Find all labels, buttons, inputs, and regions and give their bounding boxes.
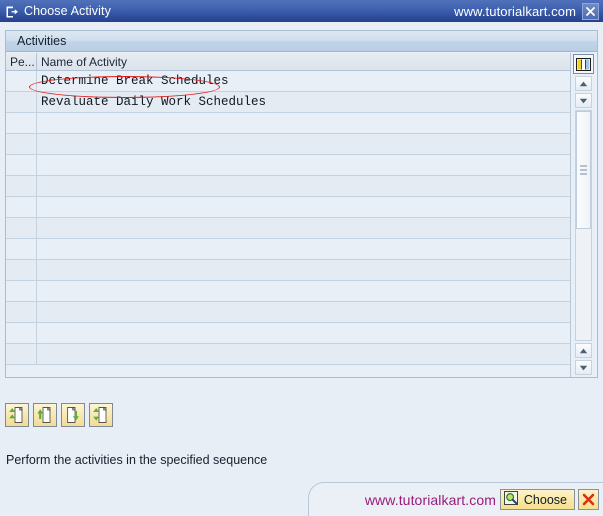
cell-activity[interactable] bbox=[37, 260, 570, 280]
cell-period[interactable] bbox=[6, 323, 37, 343]
cell-period[interactable] bbox=[6, 176, 37, 196]
panel-header: Activities bbox=[6, 31, 597, 52]
cell-activity[interactable] bbox=[37, 155, 570, 175]
cell-activity[interactable] bbox=[37, 344, 570, 364]
cancel-button[interactable] bbox=[578, 489, 599, 510]
cell-period[interactable] bbox=[6, 281, 37, 301]
table-row[interactable] bbox=[6, 113, 570, 134]
close-icon[interactable] bbox=[582, 2, 599, 20]
grid-main[interactable]: Pe... Name of Activity Determine Break S… bbox=[6, 53, 571, 377]
cell-activity[interactable] bbox=[37, 134, 570, 154]
cell-activity[interactable]: Revaluate Daily Work Schedules bbox=[37, 92, 570, 112]
cell-activity[interactable] bbox=[37, 239, 570, 259]
footer-watermark: www.tutorialkart.com bbox=[364, 492, 496, 508]
choose-button-label: Choose bbox=[523, 492, 567, 507]
activity-toolbar bbox=[5, 403, 113, 427]
vertical-scrollbar-track[interactable] bbox=[575, 110, 592, 341]
cell-activity[interactable] bbox=[37, 113, 570, 133]
column-header-activity[interactable]: Name of Activity bbox=[37, 53, 570, 70]
cell-activity[interactable] bbox=[37, 218, 570, 238]
table-row[interactable] bbox=[6, 197, 570, 218]
cell-period[interactable] bbox=[6, 218, 37, 238]
column-settings-icon[interactable] bbox=[573, 54, 594, 74]
column-header-period[interactable]: Pe... bbox=[6, 53, 37, 70]
magnifier-select-icon bbox=[503, 490, 519, 509]
first-activity-button[interactable] bbox=[5, 403, 29, 427]
last-activity-button[interactable] bbox=[89, 403, 113, 427]
vertical-scrollbar-thumb[interactable] bbox=[576, 111, 591, 229]
table-row[interactable] bbox=[6, 218, 570, 239]
cell-period[interactable] bbox=[6, 260, 37, 280]
cell-period[interactable] bbox=[6, 134, 37, 154]
table-row[interactable] bbox=[6, 176, 570, 197]
choose-button[interactable]: Choose bbox=[499, 489, 575, 510]
scroll-up-arrow-bottom-icon[interactable] bbox=[575, 343, 592, 358]
cell-activity[interactable] bbox=[37, 323, 570, 343]
table-row[interactable] bbox=[6, 239, 570, 260]
cell-period[interactable] bbox=[6, 113, 37, 133]
window-title: Choose Activity bbox=[24, 4, 111, 18]
activities-grid: Pe... Name of Activity Determine Break S… bbox=[6, 53, 597, 377]
cell-activity[interactable] bbox=[37, 176, 570, 196]
cell-period[interactable] bbox=[6, 302, 37, 322]
cell-activity[interactable] bbox=[37, 197, 570, 217]
status-message: Perform the activities in the specified … bbox=[6, 453, 268, 467]
next-activity-button[interactable] bbox=[61, 403, 85, 427]
grid-side-controls bbox=[571, 53, 596, 377]
table-row[interactable] bbox=[6, 302, 570, 323]
title-watermark: www.tutorialkart.com bbox=[454, 3, 576, 19]
grid-header-row: Pe... Name of Activity bbox=[6, 53, 570, 71]
table-row[interactable] bbox=[6, 344, 570, 365]
cell-activity[interactable] bbox=[37, 281, 570, 301]
cell-period[interactable] bbox=[6, 92, 37, 112]
previous-activity-button[interactable] bbox=[33, 403, 57, 427]
cell-activity[interactable] bbox=[37, 302, 570, 322]
cell-period[interactable] bbox=[6, 197, 37, 217]
cell-period[interactable] bbox=[6, 344, 37, 364]
choose-activity-dialog: Choose Activity www.tutorialkart.com Act… bbox=[0, 0, 603, 516]
table-row[interactable] bbox=[6, 260, 570, 281]
title-bar: Choose Activity www.tutorialkart.com bbox=[0, 0, 603, 22]
table-row[interactable] bbox=[6, 134, 570, 155]
table-row[interactable]: Revaluate Daily Work Schedules bbox=[6, 92, 570, 113]
table-row[interactable] bbox=[6, 323, 570, 344]
dialog-footer: www.tutorialkart.com Choose bbox=[0, 482, 603, 516]
scrollbar-grip-icon bbox=[580, 163, 587, 177]
cell-period[interactable] bbox=[6, 71, 37, 91]
activities-panel: Activities Pe... Name of Activity Determ… bbox=[5, 30, 598, 378]
cell-period[interactable] bbox=[6, 239, 37, 259]
table-row[interactable]: Determine Break Schedules bbox=[6, 71, 570, 92]
exit-box-icon bbox=[4, 4, 20, 19]
scroll-down-arrow-bottom-icon[interactable] bbox=[575, 360, 592, 375]
scroll-up-arrow-icon[interactable] bbox=[575, 76, 592, 91]
grid-body: Determine Break Schedules Revaluate Daily… bbox=[6, 71, 570, 365]
table-row[interactable] bbox=[6, 281, 570, 302]
cell-activity[interactable]: Determine Break Schedules bbox=[37, 71, 570, 91]
table-row[interactable] bbox=[6, 155, 570, 176]
scroll-down-arrow-icon[interactable] bbox=[575, 93, 592, 108]
cell-period[interactable] bbox=[6, 155, 37, 175]
